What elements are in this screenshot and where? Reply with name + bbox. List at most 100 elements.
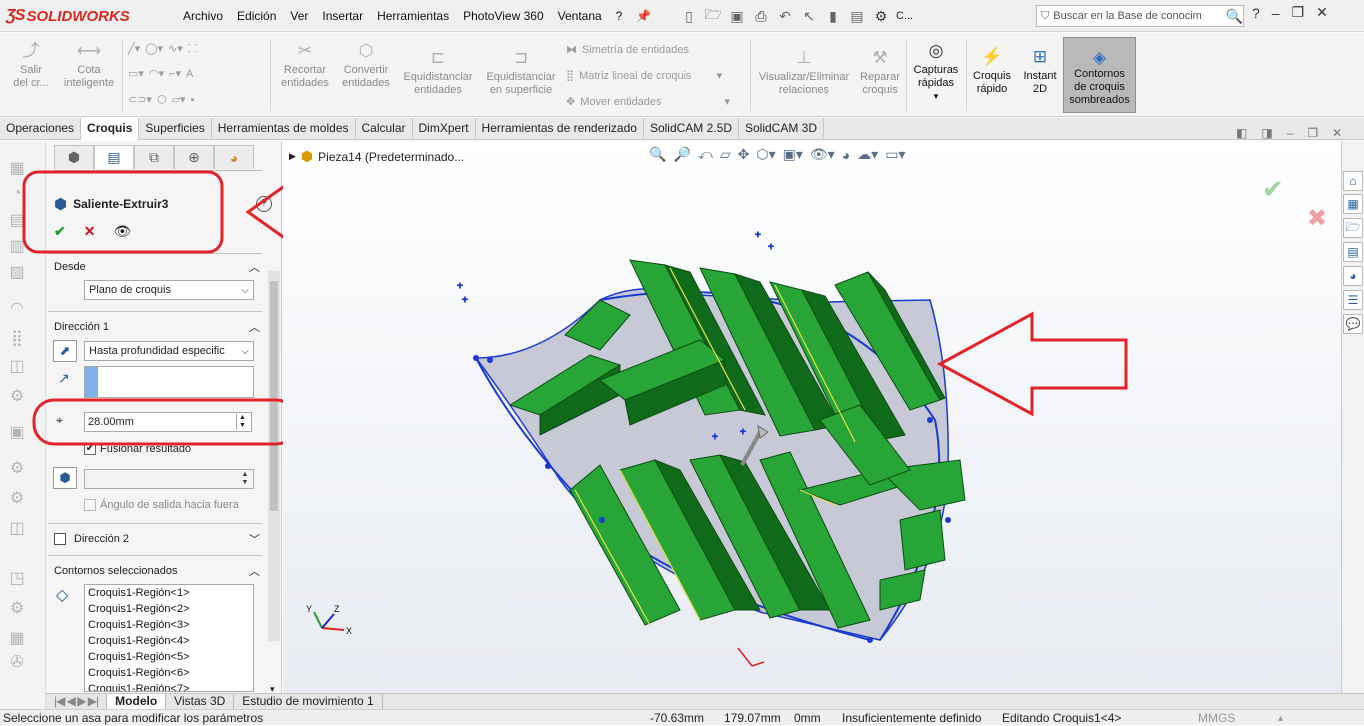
collapse-icon[interactable]: ︿	[249, 319, 260, 335]
design-library-icon[interactable]: ▦	[1343, 194, 1363, 214]
repair-sketch-button[interactable]: ⚒ Reparar croquis	[856, 46, 904, 97]
shaded-sketch-contours-button[interactable]: ◈ Contornos de croquis sombreados	[1063, 37, 1136, 113]
selected-contours-list[interactable]: Croquis1-Región<1> Croquis1-Región<2> Cr…	[84, 584, 254, 692]
rectangle-icon[interactable]: ▭▾	[128, 67, 144, 80]
move-entities-button[interactable]: ✥ Mover entidades ▾	[566, 95, 731, 109]
rib-tool-icon[interactable]: ◫	[6, 355, 28, 377]
rapid-sketch-button[interactable]: ⚡ Croquis rápido	[970, 45, 1014, 96]
view-palette-icon[interactable]: ▤	[1343, 242, 1363, 262]
slot-icon[interactable]: ⊂⊃▾	[128, 93, 152, 106]
direction2-section-header[interactable]: Dirección 2 ﹀	[54, 531, 260, 547]
list-item[interactable]: Croquis1-Región<6>	[85, 665, 253, 681]
display-relations-button[interactable]: ⊥ Visualizar/Eliminar relaciones	[756, 46, 852, 97]
list-item[interactable]: Croquis1-Región<5>	[85, 649, 253, 665]
minimize-icon[interactable]: –	[1272, 5, 1280, 21]
search-input[interactable]: Buscar en la Base de conocim	[1049, 10, 1225, 22]
list-item[interactable]: Croquis1-Región<3>	[85, 617, 253, 633]
sketch-rect-tools[interactable]: ▭▾ ◠▾ ⌐▾ A	[128, 67, 193, 81]
custom-properties-icon[interactable]: ☰	[1343, 290, 1363, 310]
draft-outward-checkbox[interactable]: Ángulo de salida hacia fuera	[84, 499, 239, 511]
tab-solidcam-25d[interactable]: SolidCAM 2.5D	[644, 118, 739, 140]
tab-dimxpert[interactable]: DimXpert	[413, 118, 476, 140]
maximize-icon[interactable]: ❐	[1307, 126, 1318, 140]
trim-entities-button[interactable]: ✂ Recortar entidades	[276, 39, 334, 90]
pin-icon[interactable]: 📌	[629, 9, 658, 23]
chevron-down-icon[interactable]: ▾	[725, 95, 731, 108]
tab-estudio-movimiento[interactable]: Estudio de movimiento 1	[234, 694, 383, 709]
list-item[interactable]: Croquis1-Región<1>	[85, 585, 253, 601]
tab-vistas-3d[interactable]: Vistas 3D	[166, 694, 235, 709]
offset-surface-button[interactable]: ⊐ Equidistanciar en superficie	[482, 46, 560, 97]
tab-scroll-arrows-icon[interactable]: |◀ ◀ ▶ ▶|	[46, 694, 108, 709]
knowledge-base-search[interactable]: ⛉ Buscar en la Base de conocim 🔍	[1036, 5, 1244, 27]
ref-geometry-icon[interactable]: ◳	[6, 567, 28, 589]
property-manager-tab[interactable]: ▤	[94, 145, 134, 169]
undo-icon[interactable]: ↶	[776, 7, 794, 25]
fillet-icon[interactable]: ⌐▾	[169, 67, 181, 80]
dimxpert-manager-tab[interactable]: ⊕	[174, 145, 214, 169]
draft-toggle-button[interactable]: ⬢	[53, 467, 77, 489]
from-select[interactable]: Plano de croquis ⌵	[84, 280, 254, 300]
shell-tool-icon[interactable]: ▣	[6, 421, 28, 443]
configuration-manager-tab[interactable]: ⧉	[134, 145, 174, 169]
desde-section-header[interactable]: Desde ︿	[54, 259, 260, 275]
plane-icon[interactable]: ▱▾	[172, 93, 186, 106]
close-icon[interactable]: ✕	[1316, 4, 1328, 21]
tab-modelo[interactable]: Modelo	[107, 694, 167, 709]
expand-icon[interactable]: ﹀	[249, 531, 260, 547]
cut-tool-icon[interactable]: ▨	[6, 261, 28, 283]
mirror-entities-button[interactable]: ⧓ Simetría de entidades	[566, 43, 689, 57]
list-item[interactable]: Croquis1-Región<2>	[85, 601, 253, 617]
convert-entities-button[interactable]: ⬡ Convertir entidades	[336, 39, 396, 90]
checkbox-icon[interactable]	[84, 499, 96, 511]
appearances-icon[interactable]: ◕	[1343, 266, 1363, 286]
menu-photoview[interactable]: PhotoView 360	[456, 9, 551, 23]
instant3d-icon[interactable]: ▦	[6, 627, 28, 649]
display-manager-tab[interactable]: ◕	[214, 145, 254, 169]
tab-renderizado[interactable]: Herramientas de renderizado	[476, 118, 644, 140]
units-chevron-icon[interactable]: ▴	[1278, 711, 1283, 726]
options-gear-icon[interactable]: ⚙	[872, 7, 890, 25]
line-icon[interactable]: ╱▾	[128, 42, 140, 55]
linear-pattern-button[interactable]: ⣿ Matriz lineal de croquis ▾	[566, 69, 723, 83]
menu-archivo[interactable]: Archivo	[176, 9, 230, 23]
exit-sketch-button[interactable]: ⤴ Salir del cr...	[8, 39, 54, 90]
tile-icon[interactable]: ◨	[1261, 126, 1272, 140]
menu-help[interactable]: ?	[609, 9, 630, 23]
status-units[interactable]: MMGS	[1198, 711, 1235, 726]
open-file-icon[interactable]: 🗁	[704, 6, 722, 25]
scale-tool-icon[interactable]: ✇	[6, 651, 28, 673]
close-icon[interactable]: ✕	[1332, 126, 1342, 140]
file-explorer-icon[interactable]: 🗁	[1343, 218, 1363, 238]
collapse-icon[interactable]: ︿	[249, 563, 260, 579]
menu-edicion[interactable]: Edición	[230, 9, 283, 23]
sketch-slot-tools[interactable]: ⊂⊃▾ ⬡ ▱▾ ▪	[128, 93, 194, 107]
search-icon[interactable]: 🔍	[1226, 8, 1243, 25]
model-viewport-drawing[interactable]: + + + + + + Y Z X	[283, 141, 1341, 693]
contours-section-header[interactable]: Contornos seleccionados ︿	[54, 563, 260, 579]
chevron-down-icon[interactable]: ▾	[717, 69, 723, 82]
list-item[interactable]: Croquis1-Región<7>	[85, 681, 253, 691]
direction1-section-header[interactable]: Dirección 1 ︿	[54, 319, 260, 335]
curves-tool-icon[interactable]: ⚙	[6, 487, 28, 509]
menu-herramientas[interactable]: Herramientas	[370, 9, 456, 23]
mirror-tool-icon[interactable]: ⚙	[6, 597, 28, 619]
save-icon[interactable]: ▣	[728, 7, 746, 25]
circle-icon[interactable]: ◯▾	[145, 42, 163, 55]
forum-icon[interactable]: 💬	[1343, 314, 1363, 334]
end-condition-select[interactable]: Hasta profundidad especific ⌵	[84, 341, 254, 361]
collapse-icon[interactable]: ︿	[249, 259, 260, 275]
pattern-tool-icon[interactable]: ⣿	[6, 327, 28, 349]
menu-ventana[interactable]: Ventana	[551, 9, 609, 23]
tab-operaciones[interactable]: Operaciones	[0, 118, 82, 140]
select-icon[interactable]: ↖	[800, 7, 818, 25]
direction2-checkbox[interactable]	[54, 533, 66, 545]
new-file-icon[interactable]: ▯	[680, 7, 698, 25]
tab-moldes[interactable]: Herramientas de moldes	[212, 118, 356, 140]
list-item[interactable]: Croquis1-Región<4>	[85, 633, 253, 649]
minimize-icon[interactable]: –	[1287, 126, 1294, 140]
draft-angle-input[interactable]: ▲ ▼	[84, 469, 254, 489]
quick-snaps-button[interactable]: ◎ Capturas rápidas ▾	[910, 39, 962, 103]
file-properties-icon[interactable]: ▤	[848, 7, 866, 25]
spline-icon[interactable]: ∿▾	[168, 42, 183, 55]
